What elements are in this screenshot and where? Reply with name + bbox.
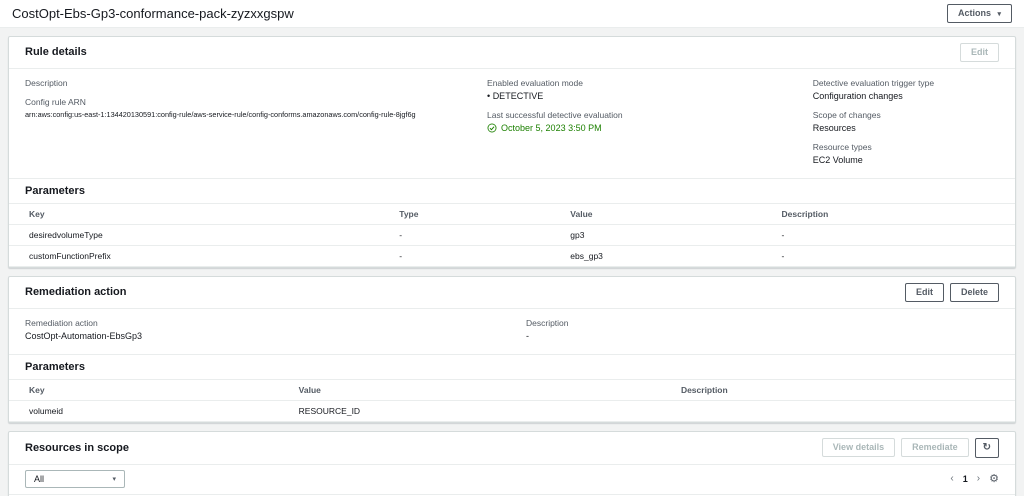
page-title: CostOpt-Ebs-Gp3-conformance-pack-zyzxxgs… (12, 6, 294, 21)
param-description: - (773, 224, 1015, 246)
table-header-row: Key Type Value Description (9, 202, 1015, 225)
rule-details-col-3: Detective evaluation trigger type Config… (813, 78, 1024, 174)
view-details-button: View details (821, 438, 896, 457)
scope-of-changes-label: Scope of changes (812, 109, 881, 120)
remediation-action-value: CostOpt-Automation-EbsGp3 (25, 330, 143, 341)
remediation-parameters-title: Parameters (25, 360, 85, 373)
rule-details-grid: Description Config rule ARN arn:aws:conf… (9, 69, 1015, 178)
param-value: gp3 (562, 224, 774, 246)
resources-toolbar: All ▾ ‹ 1 › ⚙ (9, 465, 1015, 494)
column-header-description: Description (672, 378, 1015, 401)
remediation-description-label: Description (526, 317, 569, 328)
pagination: ‹ 1 › ⚙ (950, 472, 999, 485)
compliance-filter-dropdown[interactable]: All ▾ (25, 469, 125, 488)
table-row: desiredvolumeType - gp3 - (9, 224, 1015, 246)
param-key: desiredvolumeType (9, 224, 392, 246)
column-header-key: Key (9, 378, 291, 401)
resources-title: Resources in scope (25, 441, 129, 454)
column-header-type: Type (391, 202, 563, 225)
compliance-filter-value: All (34, 473, 45, 484)
table-row: volumeid RESOURCE_ID (9, 400, 1015, 422)
rule-parameters-title: Parameters (25, 184, 85, 197)
current-page-number[interactable]: 1 (963, 474, 968, 484)
rule-details-col-2: Enabled evaluation mode DETECTIVE Last s… (487, 78, 799, 174)
resources-header: Resources in scope View details Remediat… (9, 432, 1015, 465)
remediation-parameters-table: Key Value Description volumeid RESOURCE_… (9, 378, 1015, 422)
chevron-down-icon: ▾ (997, 10, 1001, 18)
param-value: ebs_gp3 (562, 245, 774, 267)
param-type: - (391, 224, 563, 246)
actions-button[interactable]: Actions ▾ (946, 3, 1012, 24)
last-eval-value: October 5, 2023 3:50 PM (487, 123, 602, 133)
eval-mode-value: DETECTIVE (487, 91, 799, 101)
trigger-type-label: Detective evaluation trigger type (812, 77, 935, 88)
remediation-edit-button[interactable]: Edit (904, 282, 944, 302)
column-header-value: Value (562, 202, 774, 225)
remediation-parameters-header: Parameters (9, 353, 1015, 379)
scope-of-changes-value: Resources (812, 122, 856, 133)
config-rule-arn-value: arn:aws:config:us-east-1:134420130591:co… (25, 109, 416, 119)
remediation-description-value: - (526, 330, 529, 341)
param-description: - (773, 245, 1015, 267)
table-header-row: Key Value Description (9, 378, 1015, 401)
last-eval-label: Last successful detective evaluation (487, 109, 623, 120)
eval-mode-label: Enabled evaluation mode (487, 77, 583, 88)
refresh-button[interactable]: ↻ (974, 437, 999, 458)
remediation-header: Remediation action Edit Delete (9, 277, 1015, 309)
rule-details-header: Rule details Edit (9, 37, 1015, 69)
resource-types-label: Resource types (812, 141, 872, 152)
next-page-icon[interactable]: › (977, 473, 980, 484)
remediation-action-label: Remediation action (25, 317, 98, 328)
rule-details-title: Rule details (25, 46, 87, 59)
column-header-description: Description (773, 202, 1015, 225)
page-header: CostOpt-Ebs-Gp3-conformance-pack-zyzxxgs… (0, 0, 1024, 28)
chevron-down-icon: ▾ (112, 475, 116, 483)
table-row: customFunctionPrefix - ebs_gp3 - (9, 245, 1015, 267)
remediation-delete-button[interactable]: Delete (949, 282, 999, 302)
refresh-icon: ↻ (982, 441, 991, 453)
param-key: customFunctionPrefix (9, 245, 392, 267)
rule-details-card: Rule details Edit Description Config rul… (8, 36, 1016, 268)
param-value: RESOURCE_ID (290, 400, 673, 422)
rule-details-col-1: Description Config rule ARN arn:aws:conf… (25, 78, 473, 174)
last-eval-date: October 5, 2023 3:50 PM (501, 122, 602, 133)
actions-button-label: Actions (957, 7, 991, 18)
param-key: volumeid (9, 400, 291, 422)
remediation-grid: Remediation action CostOpt-Automation-Eb… (9, 309, 1015, 354)
remediation-title: Remediation action (25, 286, 127, 299)
previous-page-icon[interactable]: ‹ (950, 473, 953, 484)
trigger-type-value: Configuration changes (812, 90, 903, 101)
rule-edit-button: Edit (960, 43, 999, 62)
config-rule-arn-label: Config rule ARN (25, 96, 86, 107)
column-header-key: Key (9, 202, 392, 225)
remediate-button: Remediate (901, 438, 969, 457)
resources-card: Resources in scope View details Remediat… (8, 430, 1016, 496)
remediation-card: Remediation action Edit Delete Remediati… (8, 275, 1016, 423)
param-type: - (391, 245, 563, 267)
rule-parameters-header: Parameters (9, 177, 1015, 203)
preferences-gear-icon[interactable]: ⚙ (989, 472, 999, 485)
column-header-value: Value (290, 378, 673, 401)
rule-parameters-table: Key Type Value Description desiredvolume… (9, 202, 1015, 267)
success-check-icon (487, 123, 497, 133)
description-label: Description (25, 77, 68, 88)
resource-types-value: EC2 Volume (812, 154, 863, 165)
param-description (672, 400, 1015, 422)
